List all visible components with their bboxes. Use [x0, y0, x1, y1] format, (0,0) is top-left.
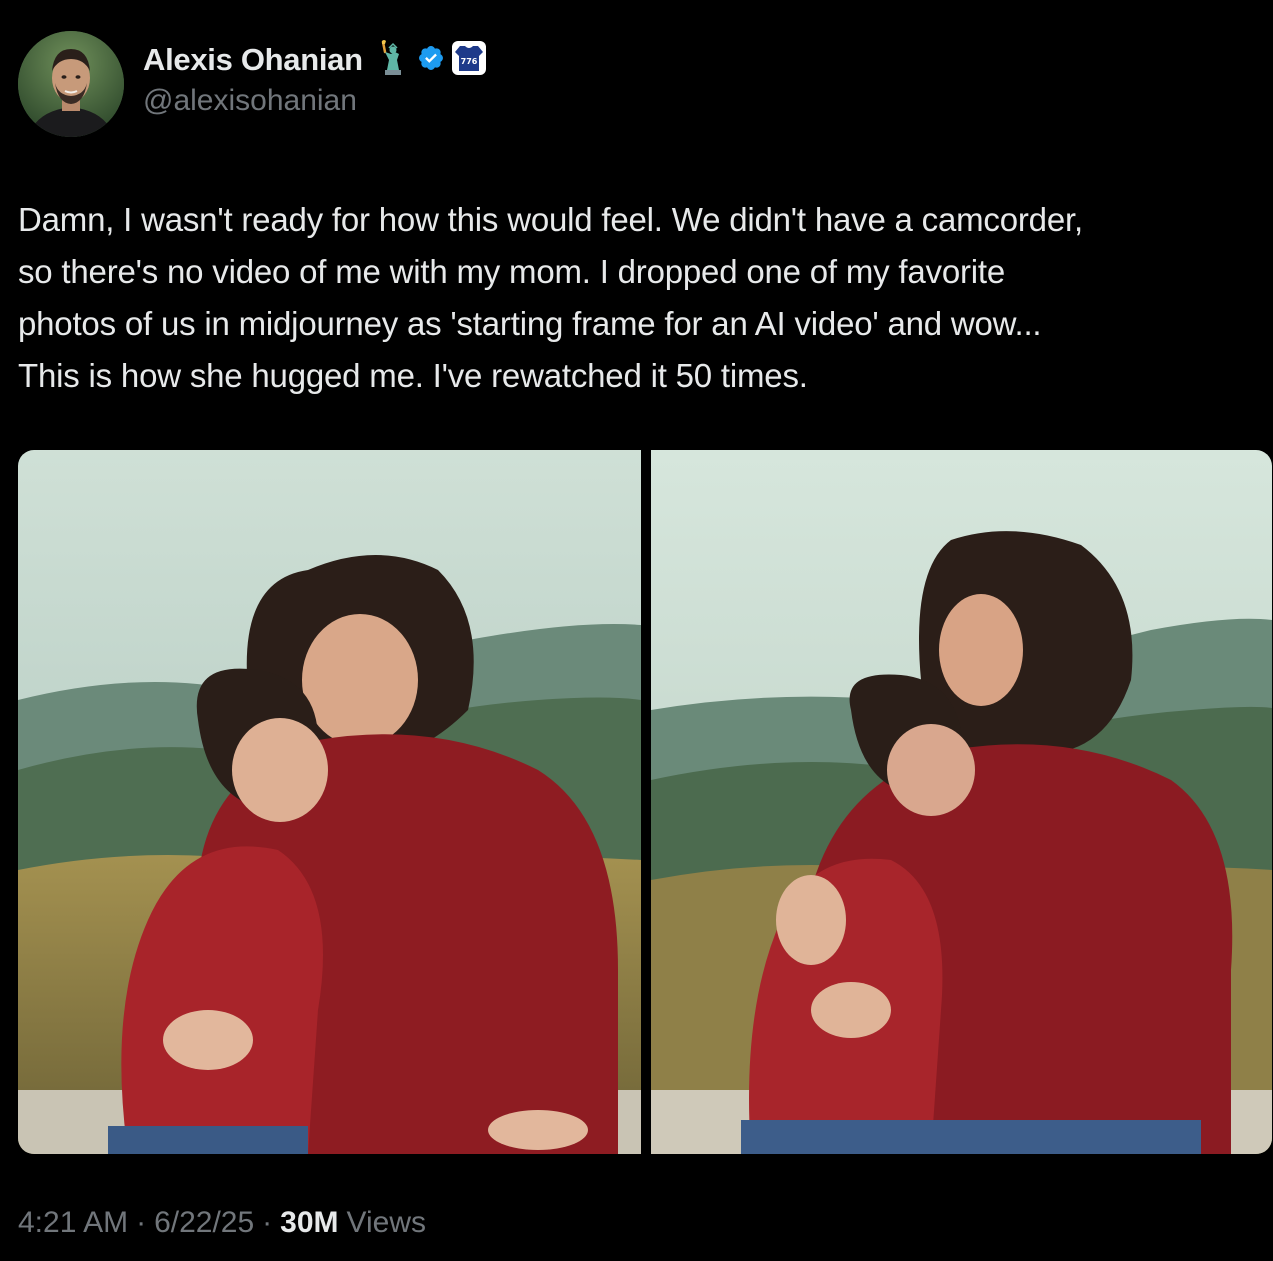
tweet-text: Damn, I wasn't ready for how this would … — [18, 201, 1083, 394]
tweet-date[interactable]: 6/22/25 — [154, 1206, 254, 1240]
photo-divider — [641, 450, 651, 1154]
tweet-meta: 4:21 AM · 6/22/25 · 30M Views — [18, 1206, 426, 1240]
photo-original[interactable] — [18, 450, 641, 1154]
views-label: Views — [346, 1206, 427, 1239]
team-badge-number: 776 — [460, 57, 477, 66]
name-row: Alexis Ohanian 776 — [143, 39, 487, 81]
display-name[interactable]: Alexis Ohanian — [143, 42, 363, 78]
tweet-time[interactable]: 4:21 AM — [18, 1206, 128, 1240]
meta-separator: · — [262, 1206, 273, 1239]
author-identity: Alexis Ohanian 776 @alexisohanian — [143, 39, 487, 118]
views-count: 30M — [280, 1206, 339, 1239]
team-jersey-badge-icon: 776 — [451, 40, 487, 81]
handle[interactable]: @alexisohanian — [143, 84, 487, 118]
tweet-header: Alexis Ohanian 776 @alexisohanian — [18, 30, 487, 138]
meta-separator: · — [136, 1206, 147, 1239]
media-grid — [18, 450, 1272, 1154]
photo-ai-frame[interactable] — [651, 450, 1272, 1154]
statue-of-liberty-icon — [377, 39, 407, 81]
avatar[interactable] — [18, 31, 124, 137]
verified-badge-icon[interactable] — [417, 44, 445, 77]
